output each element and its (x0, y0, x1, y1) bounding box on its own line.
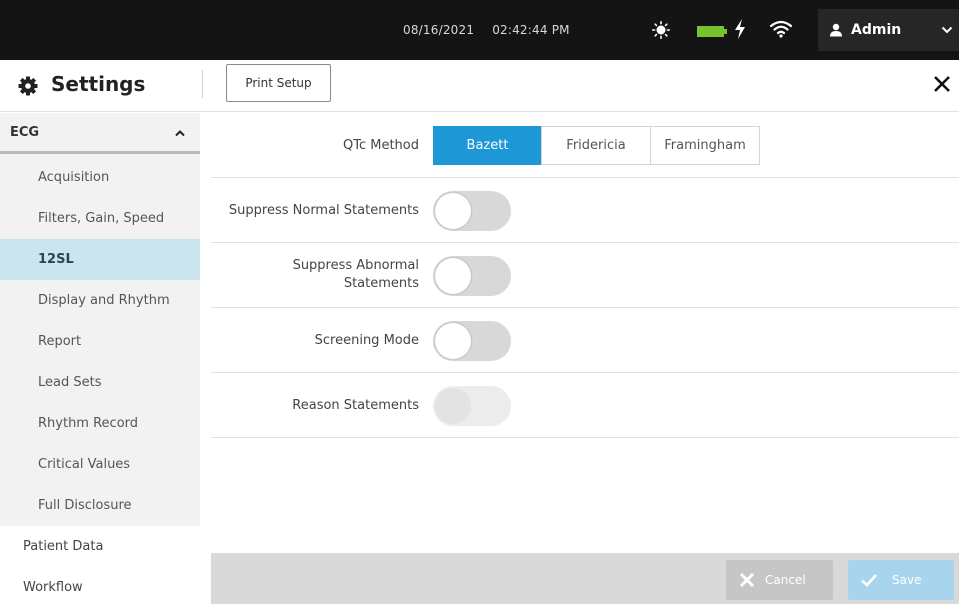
battery-icon (697, 26, 727, 37)
toggle-knob (435, 388, 471, 424)
sidebar-item-patient-data[interactable]: Patient Data (0, 526, 200, 567)
chevron-down-icon (941, 26, 953, 34)
brightness-icon[interactable] (652, 21, 670, 39)
sidebar-item-critical-values[interactable]: Critical Values (0, 444, 200, 485)
chevron-up-icon (175, 130, 185, 137)
toggle-knob (435, 258, 471, 294)
sidebar-item-rhythm-record[interactable]: Rhythm Record (0, 403, 200, 444)
date-time: 08/16/2021 02:42:44 PM (403, 0, 584, 60)
gear-icon (18, 76, 38, 96)
reason-statements-row: Reason Statements (211, 373, 959, 438)
save-button[interactable]: Save (848, 560, 954, 600)
screening-mode-toggle[interactable] (433, 321, 511, 361)
close-icon (739, 572, 755, 588)
user-name: Admin (851, 22, 902, 38)
suppress-normal-toggle[interactable] (433, 191, 511, 231)
header-divider (202, 70, 203, 98)
print-setup-button[interactable]: Print Setup (226, 64, 331, 102)
suppress-abnormal-label-line1: Suppress Abnormal (292, 258, 419, 273)
qtc-method-selector: Bazett Fridericia Framingham (433, 126, 760, 165)
suppress-abnormal-row: Suppress Abnormal Statements (211, 243, 959, 308)
time-text: 02:42:44 PM (492, 23, 570, 37)
action-footer: Cancel Save (211, 553, 959, 604)
wifi-icon (770, 20, 792, 38)
charging-icon (735, 19, 745, 39)
cancel-button[interactable]: Cancel (726, 560, 833, 600)
close-icon[interactable] (932, 74, 952, 94)
suppress-abnormal-label-line2: Statements (343, 276, 419, 291)
qtc-option-bazett[interactable]: Bazett (433, 126, 542, 165)
user-icon (830, 23, 842, 37)
reason-statements-toggle (433, 386, 511, 426)
screening-mode-row: Screening Mode (211, 308, 959, 373)
page-header: Settings Print Setup (0, 60, 959, 112)
suppress-abnormal-label: Suppress Abnormal Statements (211, 257, 419, 293)
user-menu[interactable]: Admin (818, 9, 959, 51)
qtc-option-fridericia[interactable]: Fridericia (541, 126, 651, 165)
sidebar-item-12sl[interactable]: 12SL (0, 239, 200, 280)
sidebar-group-label: ECG (10, 125, 40, 140)
suppress-abnormal-toggle[interactable] (433, 256, 511, 296)
toggle-knob (435, 323, 471, 359)
toggle-knob (435, 193, 471, 229)
qtc-option-framingham[interactable]: Framingham (650, 126, 760, 165)
sidebar-item-acquisition[interactable]: Acquisition (0, 157, 200, 198)
sidebar-item-full-disclosure[interactable]: Full Disclosure (0, 485, 200, 526)
sidebar-item-display-and-rhythm[interactable]: Display and Rhythm (0, 280, 200, 321)
checkmark-icon (861, 574, 877, 587)
cancel-label: Cancel (765, 573, 806, 587)
sidebar-group-ecg[interactable]: ECG (0, 113, 200, 154)
sidebar-item-report[interactable]: Report (0, 321, 200, 362)
reason-statements-label: Reason Statements (292, 398, 419, 413)
qtc-method-row: QTc Method Bazett Fridericia Framingham (211, 113, 959, 178)
date-text: 08/16/2021 (403, 23, 475, 37)
settings-sidebar: ECG Acquisition Filters, Gain, Speed 12S… (0, 113, 200, 604)
suppress-normal-label: Suppress Normal Statements (228, 203, 419, 218)
sidebar-item-filters-gain-speed[interactable]: Filters, Gain, Speed (0, 198, 200, 239)
page-title: Settings (51, 72, 146, 96)
settings-panel: QTc Method Bazett Fridericia Framingham … (211, 113, 959, 553)
suppress-normal-row: Suppress Normal Statements (211, 178, 959, 243)
sidebar-item-lead-sets[interactable]: Lead Sets (0, 362, 200, 403)
sidebar-item-workflow[interactable]: Workflow (0, 567, 200, 604)
save-label: Save (892, 573, 922, 587)
screening-mode-label: Screening Mode (314, 333, 419, 348)
status-bar: 08/16/2021 02:42:44 PM Admin (0, 0, 959, 60)
qtc-method-label: QTc Method (342, 138, 419, 153)
